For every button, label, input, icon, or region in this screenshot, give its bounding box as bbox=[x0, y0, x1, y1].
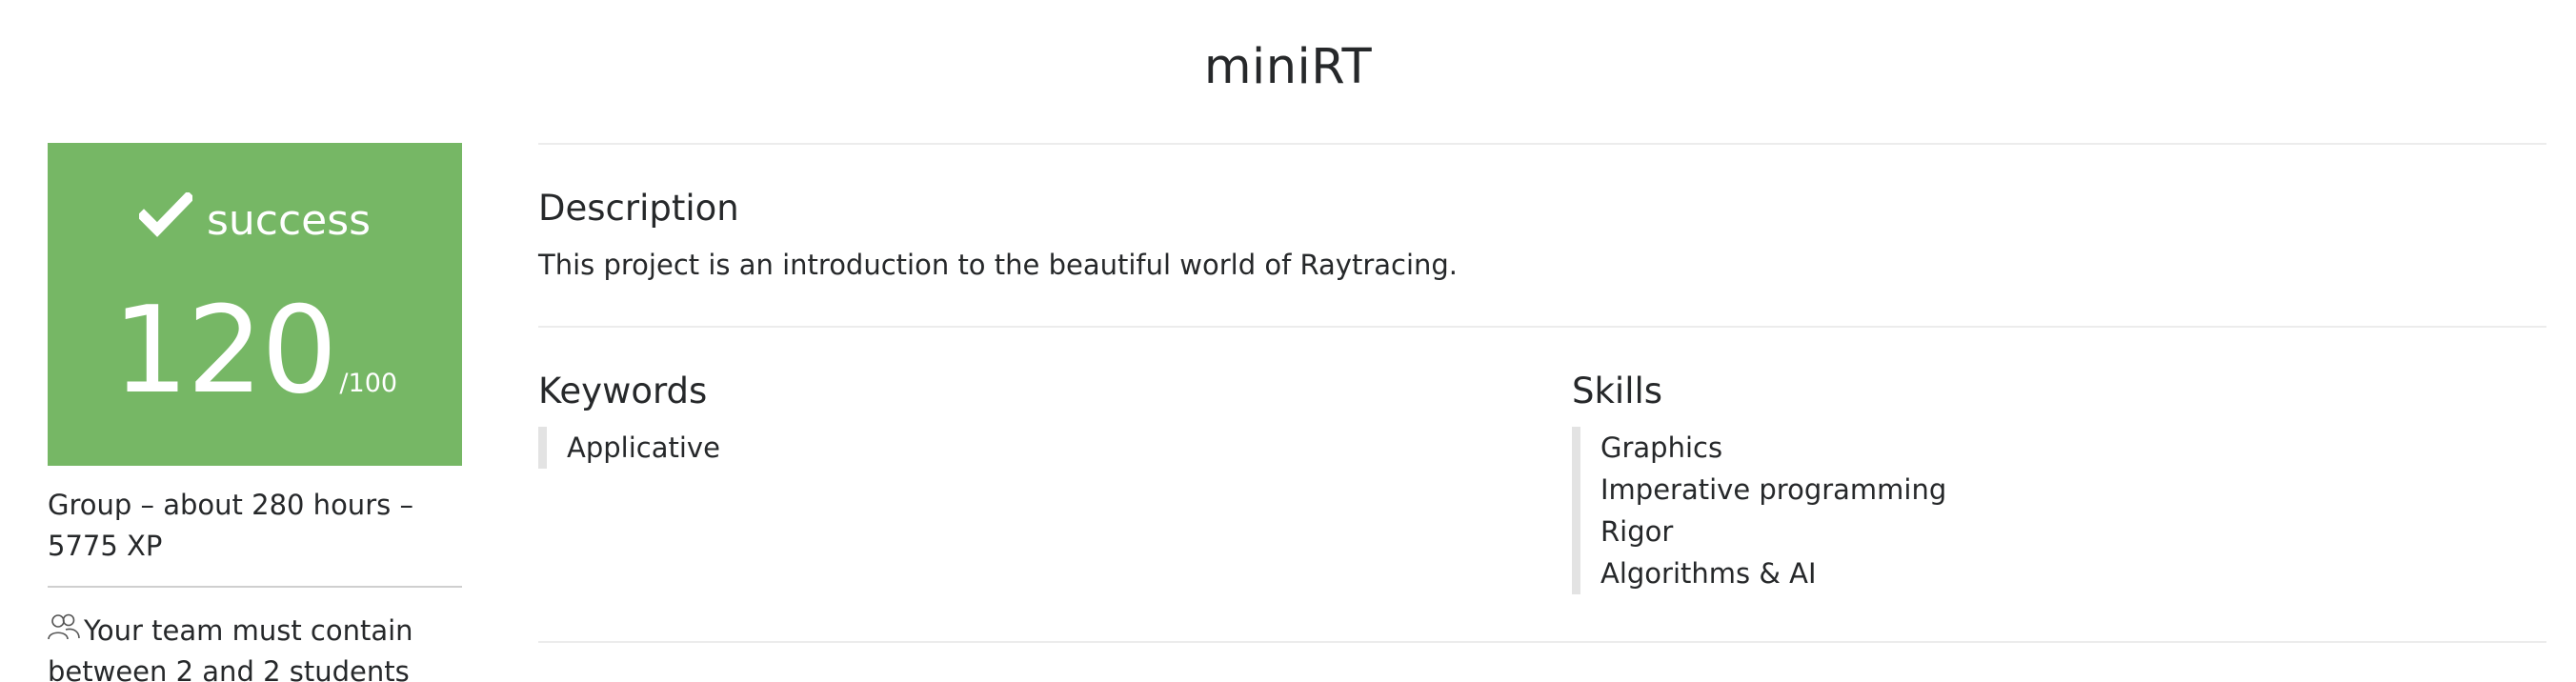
group-icon bbox=[48, 613, 80, 640]
divider bbox=[538, 641, 2546, 643]
keywords-heading: Keywords bbox=[538, 371, 708, 411]
keywords-skills-section: Keywords Applicative Skills Graphics Imp… bbox=[538, 328, 2546, 637]
score-value: 120 bbox=[111, 280, 337, 420]
skills-heading: Skills bbox=[1572, 371, 1663, 411]
skill-item: Rigor bbox=[1600, 515, 1674, 548]
skill-item: Algorithms & AI bbox=[1600, 557, 1817, 590]
divider bbox=[48, 586, 462, 588]
skill-item: Imperative programming bbox=[1600, 473, 1947, 506]
score-max: /100 bbox=[339, 369, 398, 398]
skills-section: Skills Graphics Imperative programming R… bbox=[1572, 370, 2525, 594]
keywords-section: Keywords Applicative bbox=[538, 370, 1491, 469]
divider bbox=[538, 143, 2546, 145]
skills-list: Graphics Imperative programming Rigor Al… bbox=[1572, 427, 2525, 594]
keywords-list: Applicative bbox=[538, 427, 1491, 469]
check-icon bbox=[138, 192, 192, 237]
score-row: 120/100 bbox=[48, 284, 462, 417]
project-meta: Group – about 280 hours – 5775 XP bbox=[48, 489, 413, 562]
skill-item: Graphics bbox=[1600, 431, 1723, 464]
team-requirement-text: Your team must contain between 2 and 2 s… bbox=[48, 614, 413, 682]
description-heading: Description bbox=[538, 188, 739, 229]
team-requirement: Your team must contain between 2 and 2 s… bbox=[48, 611, 462, 682]
page-title: miniRT bbox=[1203, 39, 1373, 95]
status-label: success bbox=[206, 196, 372, 245]
keyword-item: Applicative bbox=[567, 431, 720, 464]
project-main: Description This project is an introduct… bbox=[538, 143, 2546, 637]
project-sidebar: success 120/100 Group – about 280 hours … bbox=[48, 143, 462, 682]
status-row: success bbox=[48, 192, 462, 246]
score-card: success 120/100 bbox=[48, 143, 462, 466]
description-text: This project is an introduction to the b… bbox=[538, 249, 1459, 281]
project-page: miniRT success 120/100 Group – about 280… bbox=[0, 0, 2576, 682]
